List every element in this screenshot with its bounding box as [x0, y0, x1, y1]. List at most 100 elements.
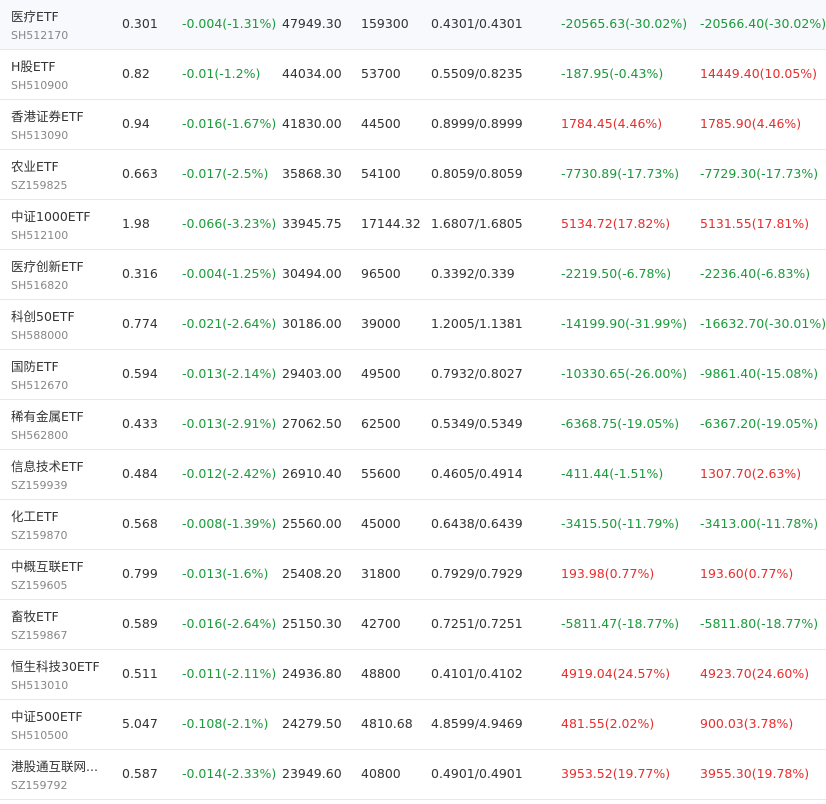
name-cell: H股ETF SH510900: [11, 59, 111, 94]
volume-cell: 4810.68: [361, 716, 413, 731]
flow-cell-2: -20566.40(-30.02%): [700, 16, 826, 31]
table-row[interactable]: 中概互联ETF SZ159605 0.799 -0.013(-1.6%) 25408.2…: [0, 550, 826, 600]
flow-cell-2: -9861.40(-15.08%): [700, 366, 819, 381]
name-cell: 恒生科技30ETF SH513010: [11, 659, 111, 694]
etf-code: SH512100: [11, 229, 69, 242]
nav-cell: 0.6438/0.6439: [431, 516, 523, 531]
flow-cell-1: -14199.90(-31.99%): [561, 316, 688, 331]
etf-name-link[interactable]: 香港证券ETF: [11, 109, 111, 125]
volume-cell: 39000: [361, 316, 401, 331]
nav-cell: 0.7932/0.8027: [431, 366, 523, 381]
change-cell: -0.008(-1.39%): [182, 516, 277, 531]
etf-name-link[interactable]: 港股通互联网...: [11, 759, 111, 775]
name-cell: 中证1000ETF SH512100: [11, 209, 111, 244]
table-row[interactable]: 中证500ETF SH510500 5.047 -0.108(-2.1%) 24279.…: [0, 700, 826, 750]
table-row[interactable]: 恒生科技30ETF SH513010 0.511 -0.011(-2.11%) 2493…: [0, 650, 826, 700]
etf-code: SZ159825: [11, 179, 68, 192]
flow-cell-1: 1784.45(4.46%): [561, 116, 663, 131]
volume-cell: 17144.32: [361, 216, 421, 231]
flow-cell-1: -2219.50(-6.78%): [561, 266, 672, 281]
flow-cell-2: 3955.30(19.78%): [700, 766, 810, 781]
price-cell: 0.568: [122, 516, 158, 531]
change-cell: -0.013(-2.14%): [182, 366, 277, 381]
etf-name-link[interactable]: 医疗创新ETF: [11, 259, 111, 275]
name-cell: 稀有金属ETF SH562800: [11, 409, 111, 444]
etf-name-link[interactable]: 中证1000ETF: [11, 209, 111, 225]
table-row[interactable]: 港股通互联网... SZ159792 0.587 -0.014(-2.33%) 2394…: [0, 750, 826, 800]
name-cell: 畜牧ETF SZ159867: [11, 609, 111, 644]
etf-code: SZ159870: [11, 529, 68, 542]
table-row[interactable]: 香港证券ETF SH513090 0.94 -0.016(-1.67%) 41830.0…: [0, 100, 826, 150]
nav-cell: 0.7251/0.7251: [431, 616, 523, 631]
nav-cell: 1.6807/1.6805: [431, 216, 523, 231]
amount-cell: 30186.00: [282, 316, 342, 331]
name-cell: 医疗ETF SH512170: [11, 9, 111, 44]
change-cell: -0.021(-2.64%): [182, 316, 277, 331]
table-row[interactable]: 医疗创新ETF SH516820 0.316 -0.004(-1.25%) 30494.…: [0, 250, 826, 300]
table-row[interactable]: 中证1000ETF SH512100 1.98 -0.066(-3.23%) 33945…: [0, 200, 826, 250]
table-row[interactable]: 科创50ETF SH588000 0.774 -0.021(-2.64%) 30186.…: [0, 300, 826, 350]
amount-cell: 26910.40: [282, 466, 342, 481]
amount-cell: 25408.20: [282, 566, 342, 581]
table-row[interactable]: 化工ETF SZ159870 0.568 -0.008(-1.39%) 25560.00…: [0, 500, 826, 550]
flow-cell-2: -6367.20(-19.05%): [700, 416, 819, 431]
table-row[interactable]: 医疗ETF SH512170 0.301 -0.004(-1.31%) 47949.30…: [0, 0, 826, 50]
nav-cell: 0.4901/0.4901: [431, 766, 523, 781]
table-row[interactable]: 稀有金属ETF SH562800 0.433 -0.013(-2.91%) 27062.…: [0, 400, 826, 450]
table-row[interactable]: 信息技术ETF SZ159939 0.484 -0.012(-2.42%) 26910.…: [0, 450, 826, 500]
table-row[interactable]: 国防ETF SH512670 0.594 -0.013(-2.14%) 29403.00…: [0, 350, 826, 400]
table-row[interactable]: H股ETF SH510900 0.82 -0.01(-1.2%) 44034.00 537…: [0, 50, 826, 100]
etf-name-link[interactable]: 畜牧ETF: [11, 609, 111, 625]
price-cell: 5.047: [122, 716, 158, 731]
change-cell: -0.066(-3.23%): [182, 216, 277, 231]
flow-cell-2: 14449.40(10.05%): [700, 66, 818, 81]
name-cell: 国防ETF SH512670: [11, 359, 111, 394]
nav-cell: 0.4101/0.4102: [431, 666, 523, 681]
change-cell: -0.108(-2.1%): [182, 716, 269, 731]
price-cell: 0.511: [122, 666, 158, 681]
etf-code: SH512170: [11, 29, 69, 42]
price-cell: 0.587: [122, 766, 158, 781]
etf-name-link[interactable]: 医疗ETF: [11, 9, 111, 25]
change-cell: -0.016(-1.67%): [182, 116, 277, 131]
amount-cell: 30494.00: [282, 266, 342, 281]
volume-cell: 55600: [361, 466, 401, 481]
etf-name-link[interactable]: H股ETF: [11, 59, 111, 75]
etf-code: SH510500: [11, 729, 69, 742]
flow-cell-2: 193.60(0.77%): [700, 566, 794, 581]
etf-name-link[interactable]: 国防ETF: [11, 359, 111, 375]
table-row[interactable]: 畜牧ETF SZ159867 0.589 -0.016(-2.64%) 25150.30…: [0, 600, 826, 650]
etf-name-link[interactable]: 中证500ETF: [11, 709, 111, 725]
nav-cell: 4.8599/4.9469: [431, 716, 523, 731]
etf-name-link[interactable]: 恒生科技30ETF: [11, 659, 111, 675]
etf-name-link[interactable]: 稀有金属ETF: [11, 409, 111, 425]
etf-code: SZ159939: [11, 479, 68, 492]
volume-cell: 42700: [361, 616, 401, 631]
flow-cell-1: 3953.52(19.77%): [561, 766, 671, 781]
etf-name-link[interactable]: 科创50ETF: [11, 309, 111, 325]
etf-code: SH513010: [11, 679, 69, 692]
change-cell: -0.017(-2.5%): [182, 166, 269, 181]
price-cell: 0.663: [122, 166, 158, 181]
volume-cell: 96500: [361, 266, 401, 281]
flow-cell-1: -3415.50(-11.79%): [561, 516, 680, 531]
name-cell: 香港证券ETF SH513090: [11, 109, 111, 144]
price-cell: 0.301: [122, 16, 158, 31]
flow-cell-2: -16632.70(-30.01%): [700, 316, 826, 331]
etf-name-link[interactable]: 信息技术ETF: [11, 459, 111, 475]
volume-cell: 40800: [361, 766, 401, 781]
etf-name-link[interactable]: 化工ETF: [11, 509, 111, 525]
price-cell: 0.433: [122, 416, 158, 431]
flow-cell-1: -187.95(-0.43%): [561, 66, 664, 81]
flow-cell-1: -20565.63(-30.02%): [561, 16, 688, 31]
etf-code: SH510900: [11, 79, 69, 92]
table-row[interactable]: 农业ETF SZ159825 0.663 -0.017(-2.5%) 35868.30 5…: [0, 150, 826, 200]
flow-cell-2: -2236.40(-6.83%): [700, 266, 811, 281]
amount-cell: 25150.30: [282, 616, 342, 631]
etf-name-link[interactable]: 农业ETF: [11, 159, 111, 175]
etf-name-link[interactable]: 中概互联ETF: [11, 559, 111, 575]
etf-table: 医疗ETF SH512170 0.301 -0.004(-1.31%) 47949.30…: [0, 0, 826, 800]
flow-cell-1: 4919.04(24.57%): [561, 666, 671, 681]
flow-cell-2: 5131.55(17.81%): [700, 216, 810, 231]
nav-cell: 0.3392/0.339: [431, 266, 515, 281]
